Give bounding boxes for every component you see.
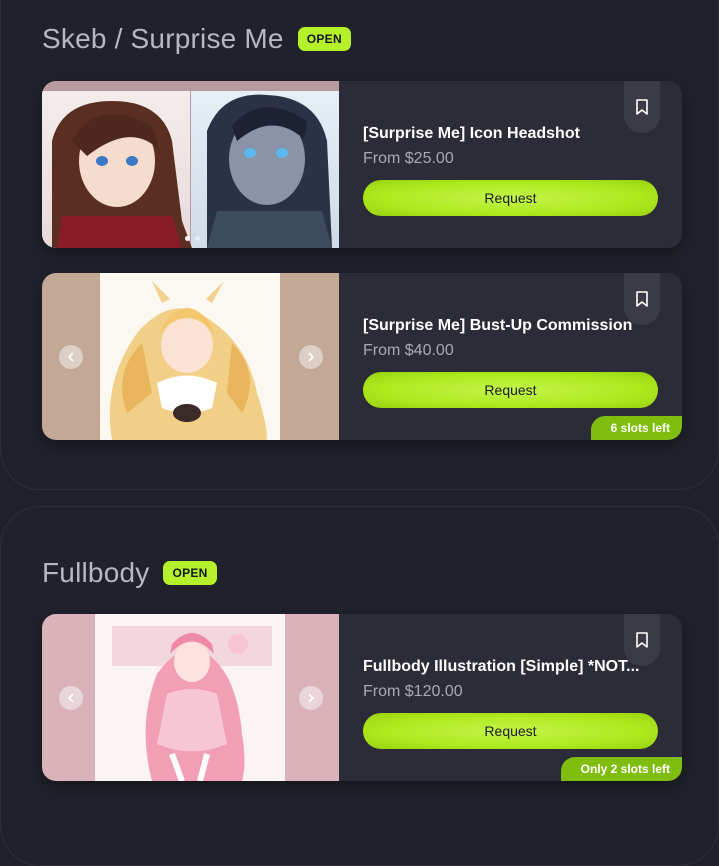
carousel-next-button[interactable] [299, 344, 323, 369]
chevron-left-icon [67, 692, 74, 703]
section-title: Skeb / Surprise Me [42, 23, 284, 54]
card-image-carousel[interactable] [42, 614, 339, 781]
card-title[interactable]: [Surprise Me] Icon Headshot [363, 125, 653, 143]
card-image-carousel[interactable] [42, 273, 339, 440]
card-price: From $40.00 [363, 342, 454, 359]
card-price: From $25.00 [363, 150, 454, 167]
card-title[interactable]: [Surprise Me] Bust-Up Commission [363, 317, 653, 335]
thumbnail-image [42, 614, 339, 781]
bookmark-button[interactable] [624, 273, 660, 325]
status-badge: OPEN [297, 27, 351, 51]
bookmark-button[interactable] [624, 614, 660, 666]
carousel-dots[interactable] [185, 236, 200, 241]
section-title: Fullbody [42, 557, 150, 588]
commission-section-fullbody: Fullbody OPEN Fullbody Illustration [Sim… [0, 506, 719, 866]
chevron-right-icon [308, 692, 315, 703]
chevron-left-icon [67, 351, 74, 362]
slots-remaining-badge: 6 slots left [590, 416, 682, 440]
chevron-right-icon [308, 351, 315, 362]
card-price: From $120.00 [363, 683, 463, 700]
bookmark-icon [636, 632, 648, 648]
commission-section-skeb: Skeb / Surprise Me OPEN [Surprise Me] Ic… [0, 0, 719, 490]
request-button[interactable]: Request [363, 372, 658, 408]
request-button[interactable]: Request [363, 713, 658, 749]
carousel-prev-button[interactable] [59, 685, 83, 710]
section-header: Fullbody OPEN [42, 557, 217, 589]
commission-card-bust-up[interactable]: [Surprise Me] Bust-Up Commission From $4… [42, 273, 682, 440]
slots-remaining-badge: Only 2 slots left [560, 757, 682, 781]
carousel-prev-button[interactable] [59, 344, 83, 369]
section-header: Skeb / Surprise Me OPEN [42, 23, 351, 55]
commission-card-icon-headshot[interactable]: [Surprise Me] Icon Headshot From $25.00 … [42, 81, 682, 248]
card-title[interactable]: Fullbody Illustration [Simple] *NOT... [363, 658, 653, 676]
thumbnail-image [42, 81, 339, 248]
carousel-dot[interactable] [195, 236, 200, 241]
request-button[interactable]: Request [363, 180, 658, 216]
bookmark-icon [636, 99, 648, 115]
thumbnail-image [42, 273, 339, 440]
card-image-carousel[interactable] [42, 81, 339, 248]
bookmark-icon [636, 291, 648, 307]
commission-card-fullbody[interactable]: Fullbody Illustration [Simple] *NOT... F… [42, 614, 682, 781]
carousel-dot[interactable] [185, 236, 190, 241]
carousel-next-button[interactable] [299, 685, 323, 710]
status-badge: OPEN [163, 561, 217, 585]
bookmark-button[interactable] [624, 81, 660, 133]
